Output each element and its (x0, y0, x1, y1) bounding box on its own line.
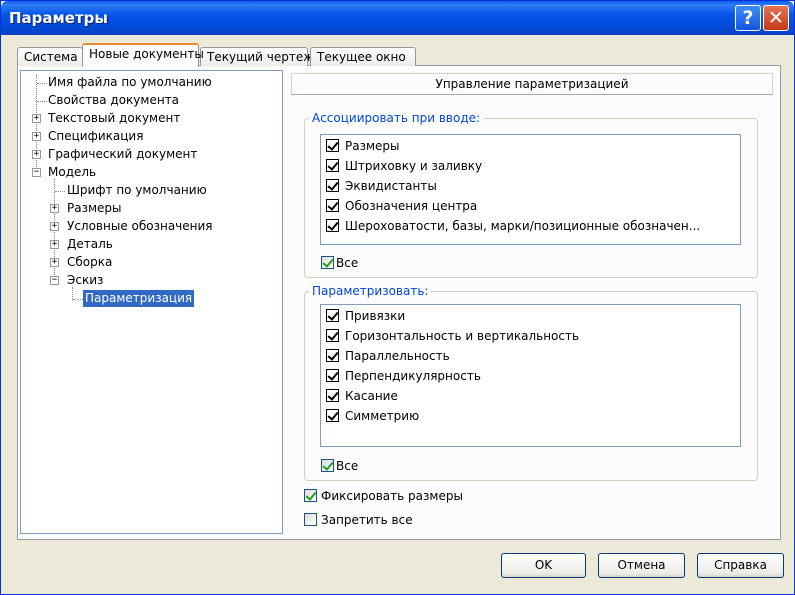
list-item[interactable]: Шероховатости, базы, марки/позиционные о… (326, 217, 700, 235)
tree-line (37, 101, 47, 102)
window-title: Параметры (9, 9, 108, 27)
checkbox[interactable] (326, 409, 339, 422)
title-bar[interactable]: Параметры ? ✕ (1, 1, 794, 35)
checkbox[interactable] (326, 139, 339, 152)
associate-all-checkbox[interactable]: Все (321, 255, 358, 271)
tab-new-documents[interactable]: Новые документы (82, 43, 204, 67)
tree-item-default-font[interactable]: Шрифт по умолчанию (67, 182, 207, 199)
expand-plus-icon[interactable]: + (50, 240, 59, 249)
checkbox[interactable] (326, 179, 339, 192)
associate-listbox[interactable]: Размеры Штриховку и заливку Эквидистанты… (320, 134, 741, 245)
tree-line (55, 191, 65, 192)
collapse-minus-icon[interactable]: − (50, 276, 59, 285)
checkbox[interactable] (321, 459, 334, 472)
tree-item-text-document[interactable]: Текстовый документ (48, 110, 180, 127)
expand-plus-icon[interactable]: + (32, 150, 41, 159)
expand-plus-icon[interactable]: + (50, 258, 59, 267)
tree-item-default-filename[interactable]: Имя файла по умолчанию (48, 74, 212, 91)
expand-plus-icon[interactable]: + (32, 114, 41, 123)
help-question-icon[interactable]: ? (735, 5, 761, 31)
checkbox[interactable] (326, 329, 339, 342)
settings-tree[interactable]: Имя файла по умолчанию Свойства документ… (20, 70, 283, 534)
expand-plus-icon[interactable]: + (50, 204, 59, 213)
tree-item-model[interactable]: Модель (48, 164, 96, 181)
tree-item-specification[interactable]: Спецификация (48, 128, 143, 145)
tree-line (73, 299, 83, 300)
parametrize-group-label: Параметризовать: (309, 284, 432, 298)
list-item[interactable]: Обозначения центра (326, 197, 477, 215)
tree-item-symbols[interactable]: Условные обозначения (67, 218, 213, 235)
associate-group-label: Ассоциировать при вводе: (309, 111, 484, 125)
tab-system[interactable]: Система (17, 47, 83, 66)
list-item[interactable]: Эквидистанты (326, 177, 437, 195)
expand-plus-icon[interactable]: + (32, 132, 41, 141)
list-item[interactable]: Штриховку и заливку (326, 157, 482, 175)
checkbox[interactable] (321, 256, 334, 269)
options-dialog: Параметры ? ✕ Система Новые документы Те… (0, 0, 795, 595)
checkbox[interactable] (304, 489, 317, 502)
checkbox[interactable] (326, 219, 339, 232)
list-item[interactable]: Привязки (326, 307, 405, 325)
list-item[interactable]: Параллельность (326, 347, 450, 365)
tree-line (36, 75, 37, 175)
tab-current-drawing[interactable]: Текущий чертеж (200, 47, 314, 66)
close-icon[interactable]: ✕ (763, 5, 789, 31)
list-item[interactable]: Перпендикулярность (326, 367, 481, 385)
checkbox[interactable] (326, 349, 339, 362)
tree-item-graphic-document[interactable]: Графический документ (48, 146, 197, 163)
list-item[interactable]: Горизонтальность и вертикальность (326, 327, 579, 345)
checkbox[interactable] (326, 369, 339, 382)
tree-item-part[interactable]: Деталь (67, 236, 113, 253)
parametrize-all-checkbox[interactable]: Все (321, 458, 358, 474)
checkbox[interactable] (326, 309, 339, 322)
tree-line (54, 179, 55, 285)
tree-item-sketch[interactable]: Эскиз (67, 272, 103, 289)
tree-item-document-properties[interactable]: Свойства документа (48, 92, 179, 109)
expand-plus-icon[interactable]: + (50, 222, 59, 231)
list-item[interactable]: Размеры (326, 137, 400, 155)
checkbox[interactable] (326, 199, 339, 212)
checkbox[interactable] (326, 159, 339, 172)
cancel-button[interactable]: Отмена (598, 553, 685, 578)
tab-current-window[interactable]: Текущее окно (310, 47, 416, 66)
tree-item-assembly[interactable]: Сборка (67, 254, 112, 271)
ok-button[interactable]: OK (501, 553, 586, 578)
fix-sizes-checkbox[interactable]: Фиксировать размеры (304, 488, 463, 504)
parametrize-listbox[interactable]: Привязки Горизонтальность и вертикальнос… (320, 304, 741, 447)
help-button[interactable]: Справка (697, 553, 784, 578)
list-item[interactable]: Касание (326, 387, 398, 405)
list-item[interactable]: Симметрию (326, 407, 419, 425)
collapse-minus-icon[interactable]: − (32, 168, 41, 177)
checkbox[interactable] (304, 513, 317, 526)
tree-line (37, 83, 47, 84)
checkbox[interactable] (326, 389, 339, 402)
tree-item-dimensions[interactable]: Размеры (67, 200, 122, 217)
tree-item-parametrization[interactable]: Параметризация (83, 290, 195, 307)
section-title: Управление параметризацией (291, 73, 773, 95)
forbid-all-checkbox[interactable]: Запретить все (304, 512, 413, 528)
